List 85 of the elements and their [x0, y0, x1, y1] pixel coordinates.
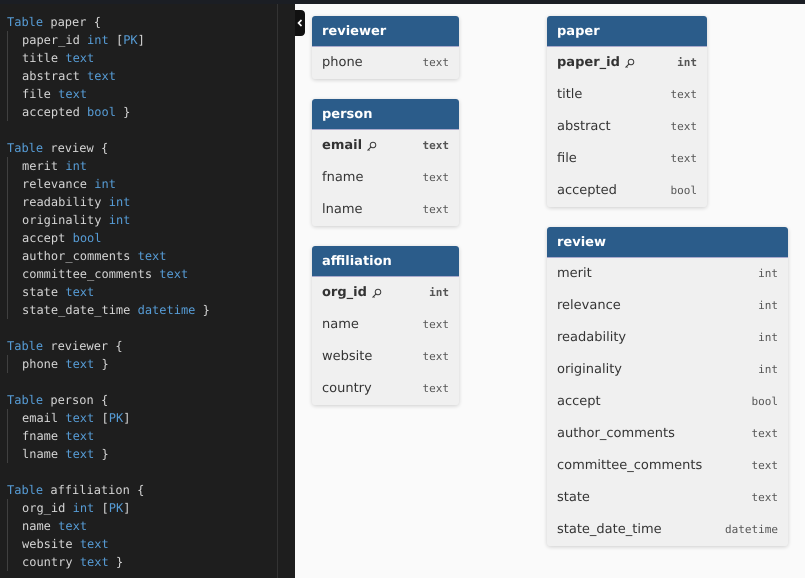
field-type: int — [758, 362, 778, 378]
field-type: text — [752, 490, 778, 506]
code-line: phone text } — [7, 355, 295, 373]
table-title: paper — [547, 16, 707, 47]
table-card[interactable]: person email text fname text lname text — [312, 99, 459, 226]
key-icon — [624, 58, 635, 68]
key-icon — [370, 288, 382, 298]
field-name: lname — [322, 201, 362, 220]
code-line: accept bool — [7, 229, 295, 247]
field-type: text — [422, 54, 449, 71]
table-title: reviewer — [312, 16, 459, 47]
field-name: readability — [557, 329, 626, 348]
code-line: lname text } — [7, 445, 295, 463]
field-type: text — [422, 202, 449, 218]
code-line: state_date_time datetime } — [7, 301, 295, 319]
code-line: committee_comments text — [7, 265, 295, 283]
code-line: country text } — [7, 553, 295, 571]
field-name: author_comments — [557, 425, 675, 444]
key-icon — [366, 140, 378, 152]
collapse-button[interactable] — [295, 10, 305, 36]
chevron-left-icon — [297, 19, 303, 27]
field-type: text — [752, 458, 778, 474]
code-line: title text — [7, 49, 295, 67]
field-type: bool — [752, 394, 778, 410]
table-title: person — [312, 99, 459, 130]
table-card[interactable]: reviewer phone text — [312, 16, 459, 79]
table-title: affiliation — [312, 246, 459, 277]
code-line: Table review { — [7, 140, 110, 157]
field-name: file — [557, 150, 577, 168]
field-name: website — [322, 348, 372, 366]
code-line: state text — [7, 283, 295, 301]
code-line: name text — [7, 517, 295, 535]
field-name: abstract — [557, 118, 611, 136]
field-type: text — [422, 348, 449, 365]
code-line: Table paper { — [7, 14, 102, 31]
code-line: originality int — [7, 211, 295, 229]
field-type: text — [422, 316, 449, 333]
field-name: title — [557, 86, 582, 104]
field-type: int — [677, 54, 697, 71]
field-name: email — [322, 137, 362, 156]
field-name: paper_id — [557, 54, 620, 72]
field-name: phone — [322, 54, 363, 72]
table-title: review — [547, 227, 788, 258]
code-line: Table affiliation { — [7, 482, 146, 499]
code-line: relevance int — [7, 175, 295, 193]
field-type: text — [752, 426, 778, 442]
field-name: accepted — [557, 182, 617, 200]
code-line: Table reviewer { — [7, 338, 124, 355]
code-line: Table person { — [7, 392, 110, 409]
field-type: text — [670, 118, 697, 135]
code-line: readability int — [7, 193, 295, 211]
field-type: text — [670, 150, 697, 167]
field-type: int — [758, 330, 778, 346]
code-line: file text — [7, 85, 295, 103]
code-line: author_comments text — [7, 247, 295, 265]
field-name: state_date_time — [557, 521, 662, 540]
field-type: datetime — [725, 522, 778, 538]
field-name: name — [322, 316, 359, 334]
field-type: int — [429, 284, 449, 301]
table-card[interactable]: review merit int relevance int readability int originality int accept bool author_comments text committee_comments text state text state_date_time datetime — [547, 227, 788, 546]
code-line: abstract text — [7, 67, 295, 85]
table-card[interactable]: paper paper_id int title text abstract text file text accepted bool — [547, 16, 707, 207]
field-name: fname — [322, 169, 364, 188]
field-type: text — [422, 170, 449, 186]
field-type: text — [670, 86, 697, 103]
field-name: originality — [557, 361, 622, 380]
code-line: fname text — [7, 427, 295, 445]
field-name: country — [322, 380, 372, 398]
field-type: text — [422, 138, 449, 154]
code-line: merit int — [7, 157, 295, 175]
code-line: email text [PK] — [7, 409, 295, 427]
code-line: accepted bool } — [7, 103, 295, 121]
field-name: accept — [557, 393, 601, 412]
field-type: int — [758, 266, 778, 282]
field-type: bool — [670, 182, 697, 199]
table-card[interactable]: affiliation org_id int name text website text country text — [312, 246, 459, 405]
field-type: int — [758, 298, 778, 314]
code-line: org_id int [PK] — [7, 499, 295, 517]
field-name: committee_comments — [557, 457, 702, 476]
code-line: website text — [7, 535, 295, 553]
field-name: merit — [557, 265, 592, 284]
field-name: state — [557, 489, 590, 508]
field-name: relevance — [557, 297, 621, 316]
field-type: text — [422, 380, 449, 397]
field-name: org_id — [322, 284, 367, 302]
